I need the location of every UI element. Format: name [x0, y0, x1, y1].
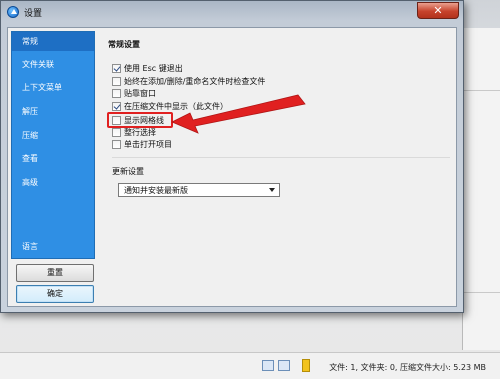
option-label: 贴靠窗口: [124, 89, 156, 98]
update-settings-title: 更新设置: [112, 167, 144, 176]
sidebar-item-context-menu[interactable]: 上下文菜单: [12, 78, 94, 97]
background-file-list-panel: [462, 28, 500, 350]
full-row-select-checkbox[interactable]: [112, 128, 121, 137]
reset-button[interactable]: 重置: [16, 264, 94, 282]
sidebar-item-compress[interactable]: 压缩: [12, 126, 94, 145]
sidebar-item-advanced[interactable]: 高级: [12, 173, 94, 192]
chevron-down-icon: [269, 188, 275, 192]
dialog-titlebar[interactable]: 设置 ✕: [1, 1, 463, 23]
update-mode-value: 通知并安装最新版: [124, 186, 188, 195]
sidebar-item-extract[interactable]: 解压: [12, 102, 94, 121]
sidebar-item-general[interactable]: 常规: [12, 32, 94, 51]
show-in-archive-checkbox[interactable]: [112, 102, 121, 111]
sidebar-item-file-association[interactable]: 文件关联: [12, 55, 94, 74]
sidebar-item-view[interactable]: 查看: [12, 149, 94, 168]
folder-icon: [302, 359, 310, 372]
app-logo-icon: [7, 6, 19, 18]
highlight-box: [107, 112, 173, 128]
option-label: 整行选择: [124, 128, 156, 137]
single-click-open-checkbox[interactable]: [112, 140, 121, 149]
status-bar: 文件: 1, 文件夹: 0, 压缩文件大小: 5.23 MB: [0, 352, 500, 379]
ok-button[interactable]: 确定: [16, 285, 94, 303]
status-text: 文件: 1, 文件夹: 0, 压缩文件大小: 5.23 MB: [329, 363, 486, 372]
sidebar-item-language[interactable]: 语言: [12, 237, 94, 256]
check-files-checkbox[interactable]: [112, 77, 121, 86]
update-mode-select[interactable]: 通知并安装最新版: [118, 183, 280, 197]
option-label: 始终在添加/删除/重命名文件时检查文件: [124, 77, 266, 86]
settings-sidebar: 常规 文件关联 上下文菜单 解压 压缩 查看 高级 语言: [11, 31, 95, 259]
snap-window-checkbox[interactable]: [112, 89, 121, 98]
general-settings-title: 常规设置: [108, 40, 140, 49]
details-view-icon[interactable]: [262, 360, 274, 371]
option-label: 单击打开项目: [124, 140, 172, 149]
list-view-icon[interactable]: [278, 360, 290, 371]
option-label: 使用 Esc 键退出: [124, 64, 183, 73]
option-label: 在压缩文件中显示（此文件）: [124, 102, 228, 111]
esc-exit-checkbox[interactable]: [112, 64, 121, 73]
dialog-title: 设置: [24, 9, 43, 19]
close-button[interactable]: ✕: [417, 2, 459, 19]
section-divider: [112, 157, 450, 158]
